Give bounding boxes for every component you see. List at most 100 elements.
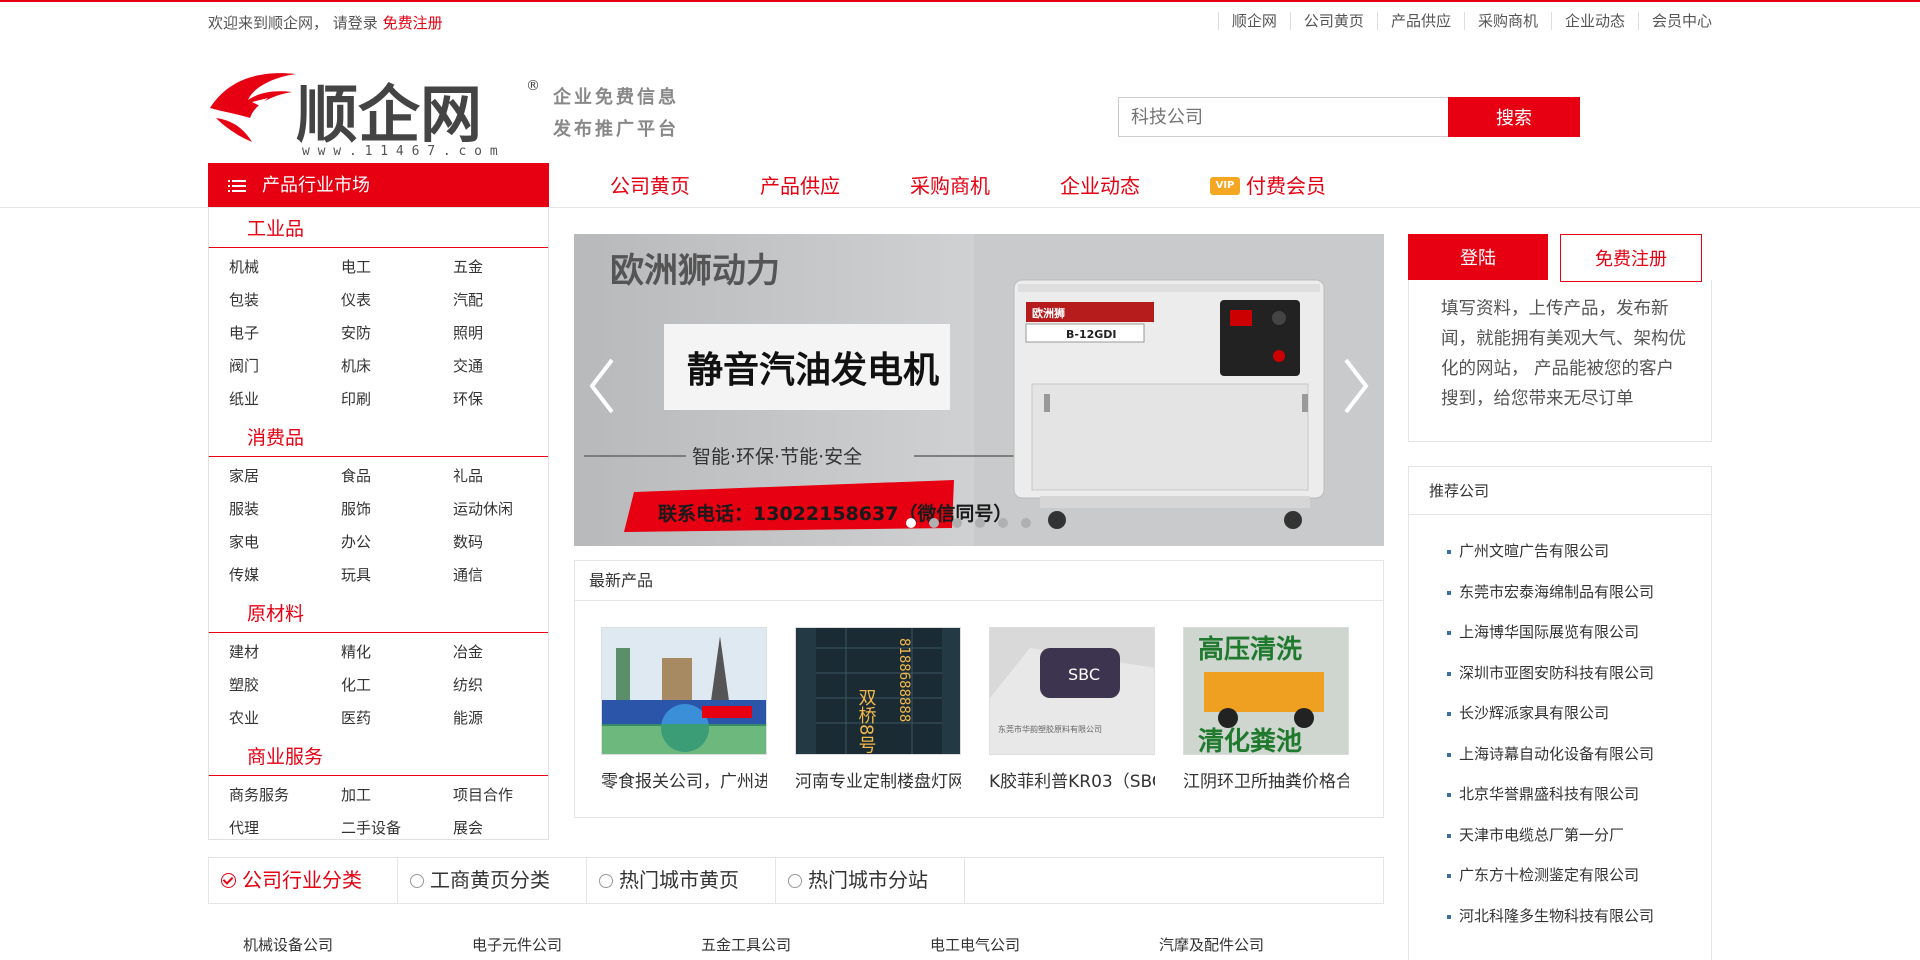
category-link[interactable]: 印刷 [341, 384, 453, 417]
category-group-title[interactable]: 消费品 [209, 417, 548, 457]
company-link[interactable]: 广州文暄广告有限公司 [1447, 531, 1711, 572]
category-link[interactable]: 机械 [229, 252, 341, 285]
search-button[interactable]: 搜索 [1448, 97, 1580, 137]
category-link[interactable]: 医药 [341, 703, 453, 736]
top-nav-home[interactable]: 顺企网 [1217, 12, 1290, 30]
category-link[interactable]: 电子 [229, 318, 341, 351]
company-link[interactable]: 天津市电缆总厂第一分厂 [1447, 815, 1711, 856]
product-image[interactable]: 高压清洗 清化粪池 [1183, 627, 1349, 755]
company-link[interactable]: 长沙辉派家具有限公司 [1447, 693, 1711, 734]
carousel-dot[interactable] [975, 518, 985, 528]
product-caption[interactable]: K胶菲利普KR03（SBC） [989, 767, 1155, 792]
category-link[interactable]: 五金 [453, 252, 565, 285]
category-link[interactable]: 二手设备 [341, 813, 453, 846]
product-caption[interactable]: 江阴环卫所抽粪价格合理 [1183, 767, 1349, 792]
company-link[interactable]: 上海博华国际展览有限公司 [1447, 612, 1711, 653]
top-nav-yellow-pages[interactable]: 公司黄页 [1289, 12, 1377, 30]
category-link[interactable]: 代理 [229, 813, 341, 846]
tab-hot-city-yellow-pages[interactable]: 热门城市黄页 [587, 858, 776, 903]
top-nav-purchase[interactable]: 采购商机 [1463, 12, 1551, 30]
category-link[interactable]: 项目合作 [453, 780, 565, 813]
category-link[interactable]: 建材 [229, 637, 341, 670]
category-link[interactable]: 服装 [229, 494, 341, 527]
product-card[interactable]: 零食报关公司，广州进口食品报关 [601, 627, 767, 792]
carousel-dot[interactable] [906, 518, 916, 528]
category-link[interactable]: 传媒 [229, 560, 341, 593]
category-link[interactable]: 照明 [453, 318, 565, 351]
company-link[interactable]: 北京华誉鼎盛科技有限公司 [1447, 774, 1711, 815]
category-link[interactable]: 通信 [453, 560, 565, 593]
product-card[interactable]: SBC 东莞市华韵塑胶原料有限公司 K胶菲利普KR03（SBC） [989, 627, 1155, 792]
company-link[interactable]: 广东方十检测鉴定有限公司 [1447, 855, 1711, 896]
top-nav-news[interactable]: 企业动态 [1550, 12, 1638, 30]
category-link[interactable]: 塑胶 [229, 670, 341, 703]
product-image[interactable]: 双桥8号 8188688888 [795, 627, 961, 755]
category-link[interactable]: 精化 [341, 637, 453, 670]
company-link[interactable]: 东莞市宏泰海绵制品有限公司 [1447, 572, 1711, 613]
category-link[interactable]: 仪表 [341, 285, 453, 318]
category-link[interactable]: 礼品 [453, 461, 565, 494]
category-link[interactable]: 交通 [453, 351, 565, 384]
tab-business-yellow-pages[interactable]: 工商黄页分类 [398, 858, 587, 903]
industry-link[interactable]: 汽摩及配件公司 [1159, 934, 1388, 955]
industry-link[interactable]: 五金工具公司 [701, 934, 930, 955]
product-card[interactable]: 双桥8号 8188688888 河南专业定制楼盘灯网 [795, 627, 961, 792]
banner-carousel[interactable]: 欧洲狮动力 静音汽油发电机 智能·环保·节能·安全 联系电话：130221586… [574, 234, 1384, 546]
category-link[interactable]: 商务服务 [229, 780, 341, 813]
category-group-title[interactable]: 商业服务 [209, 736, 548, 776]
category-link[interactable]: 环保 [453, 384, 565, 417]
category-link[interactable]: 纸业 [229, 384, 341, 417]
carousel-dot[interactable] [929, 518, 939, 528]
category-link[interactable]: 食品 [341, 461, 453, 494]
category-link[interactable]: 化工 [341, 670, 453, 703]
product-card[interactable]: 高压清洗 清化粪池 江阴环卫所抽粪价格合理 [1183, 627, 1349, 792]
product-caption[interactable]: 河南专业定制楼盘灯网 [795, 767, 961, 792]
category-link[interactable]: 展会 [453, 813, 565, 846]
top-nav-products[interactable]: 产品供应 [1376, 12, 1464, 30]
category-link[interactable]: 机床 [341, 351, 453, 384]
register-button[interactable]: 免费注册 [1560, 234, 1702, 282]
category-link[interactable]: 电工 [341, 252, 453, 285]
login-button[interactable]: 登陆 [1408, 234, 1548, 280]
category-link[interactable]: 农业 [229, 703, 341, 736]
nav-vip[interactable]: VIP 付费会员 [1210, 163, 1326, 208]
industry-link[interactable]: 电工电气公司 [930, 934, 1159, 955]
category-link[interactable]: 办公 [341, 527, 453, 560]
category-link[interactable]: 家居 [229, 461, 341, 494]
site-logo[interactable]: 顺企网 ® w w w . 1 1 4 6 7 . c o m [208, 60, 548, 159]
carousel-next-arrow-icon[interactable] [1340, 356, 1372, 416]
category-link[interactable]: 加工 [341, 780, 453, 813]
category-group-title[interactable]: 工业品 [209, 208, 548, 248]
category-link[interactable]: 运动休闲 [453, 494, 565, 527]
carousel-prev-arrow-icon[interactable] [586, 356, 618, 416]
carousel-dot[interactable] [952, 518, 962, 528]
product-image[interactable]: SBC 东莞市华韵塑胶原料有限公司 [989, 627, 1155, 755]
category-link[interactable]: 数码 [453, 527, 565, 560]
category-link[interactable]: 汽配 [453, 285, 565, 318]
product-caption[interactable]: 零食报关公司，广州进口食品报关 [601, 767, 767, 792]
category-link[interactable]: 家电 [229, 527, 341, 560]
nav-news[interactable]: 企业动态 [1060, 163, 1140, 208]
tab-company-industry[interactable]: 公司行业分类 [209, 858, 398, 903]
search-input[interactable] [1118, 97, 1448, 137]
nav-yellow-pages[interactable]: 公司黄页 [610, 163, 690, 208]
industry-link[interactable]: 机械设备公司 [243, 934, 472, 955]
category-group-title[interactable]: 原材料 [209, 593, 548, 633]
category-link[interactable]: 能源 [453, 703, 565, 736]
company-link[interactable]: 河北科隆多生物科技有限公司 [1447, 896, 1711, 937]
nav-products[interactable]: 产品供应 [760, 163, 840, 208]
category-link[interactable]: 服饰 [341, 494, 453, 527]
carousel-dot[interactable] [1021, 518, 1031, 528]
category-header[interactable]: 产品行业市场 [208, 163, 549, 208]
industry-link[interactable]: 电子元件公司 [472, 934, 701, 955]
product-image[interactable] [601, 627, 767, 755]
company-link[interactable]: 上海诗幕自动化设备有限公司 [1447, 734, 1711, 775]
category-link[interactable]: 包装 [229, 285, 341, 318]
category-link[interactable]: 纺织 [453, 670, 565, 703]
category-link[interactable]: 阀门 [229, 351, 341, 384]
category-link[interactable]: 冶金 [453, 637, 565, 670]
register-link[interactable]: 免费注册 [383, 14, 443, 32]
company-link[interactable]: 深圳市亚图安防科技有限公司 [1447, 653, 1711, 694]
top-nav-member[interactable]: 会员中心 [1637, 12, 1712, 30]
nav-purchase[interactable]: 采购商机 [910, 163, 990, 208]
